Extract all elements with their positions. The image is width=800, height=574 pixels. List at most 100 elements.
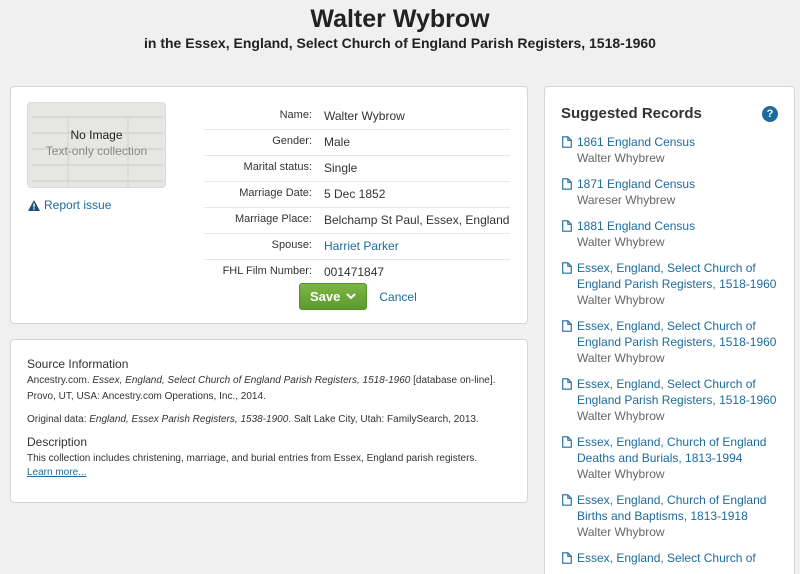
- field-value: Male: [324, 135, 351, 149]
- learn-more-link[interactable]: Learn more...: [27, 467, 511, 478]
- document-icon: [562, 262, 572, 274]
- field-label: Marital status:: [243, 161, 312, 173]
- document-icon: [562, 552, 572, 564]
- suggested-record-name: Walter Whybrow: [577, 467, 665, 481]
- source-citation-suffix: [database on-line].: [410, 375, 496, 386]
- field-row-gender: Gender: Male: [204, 130, 510, 156]
- field-value: Belchamp St Paul, Essex, England: [324, 213, 510, 227]
- source-publisher: Provo, UT, USA: Ancestry.com Operations,…: [27, 391, 266, 402]
- suggested-records-panel: Suggested Records ? 1861 England Census W…: [544, 86, 795, 574]
- field-label: Gender:: [272, 135, 312, 147]
- field-label: Marriage Date:: [239, 187, 312, 199]
- document-icon: [562, 436, 572, 448]
- no-image-label: No Image: [70, 128, 123, 142]
- suggested-record-text: 1871 England Census Wareser Whybrew: [577, 176, 695, 208]
- suggested-records-list: 1861 England Census Walter Whybrew 1871 En…: [561, 134, 778, 566]
- document-icon: [562, 378, 572, 390]
- field-label: FHL Film Number:: [222, 265, 312, 277]
- suggested-record-link[interactable]: Essex, England, Select Church of: [577, 550, 756, 566]
- suggested-record-link[interactable]: Essex, England, Select Church of England…: [577, 260, 778, 292]
- field-value: Walter Wybrow: [324, 109, 405, 123]
- suggested-record-link[interactable]: 1881 England Census: [577, 218, 695, 234]
- save-button[interactable]: Save: [299, 283, 368, 310]
- suggested-record-link[interactable]: Essex, England, Church of England Births…: [577, 492, 778, 524]
- original-data-suffix: . Salt Lake City, Utah: FamilySearch, 20…: [288, 414, 479, 425]
- suggested-record-text: 1881 England Census Walter Whybrew: [577, 218, 695, 250]
- record-fields: Name: Walter Wybrow Gender: Male Marital…: [204, 104, 510, 285]
- source-information-title: Source Information: [27, 357, 129, 371]
- field-label: Name:: [279, 109, 312, 121]
- suggested-record-link[interactable]: Essex, England, Select Church of England…: [577, 376, 778, 408]
- field-value: 001471847: [324, 265, 385, 279]
- suggested-record-text: 1861 England Census Walter Whybrew: [577, 134, 695, 166]
- record-actions: Save Cancel: [299, 283, 417, 310]
- suggested-record-text: Essex, England, Church of England Deaths…: [577, 434, 778, 482]
- suggested-record-name: Walter Whybrow: [577, 293, 665, 307]
- field-row-marriage-place: Marriage Place: Belchamp St Paul, Essex,…: [204, 208, 510, 234]
- suggested-record-item: Essex, England, Select Church of England…: [561, 260, 778, 308]
- suggested-record-item: 1871 England Census Wareser Whybrew: [561, 176, 778, 208]
- suggested-record-name: Wareser Whybrew: [577, 193, 676, 207]
- suggested-record-name: Walter Whybrow: [577, 525, 665, 539]
- original-data: Original data: England, Essex Parish Reg…: [27, 412, 511, 428]
- page-title: Walter Wybrow: [310, 5, 490, 33]
- field-row-marital-status: Marital status: Single: [204, 156, 510, 182]
- field-row-fhl-film-number: FHL Film Number: 001471847: [204, 260, 510, 285]
- record-image-thumbnail[interactable]: No Image Text-only collection: [27, 102, 166, 188]
- suggested-record-link[interactable]: 1861 England Census: [577, 134, 695, 150]
- suggested-record-link[interactable]: Essex, England, Select Church of England…: [577, 318, 778, 350]
- field-value: 5 Dec 1852: [324, 187, 386, 201]
- field-row-spouse: Spouse: Harriet Parker: [204, 234, 510, 260]
- field-label: Spouse:: [271, 239, 312, 251]
- suggested-record-item: Essex, England, Select Church of England…: [561, 376, 778, 424]
- save-label: Save: [310, 289, 341, 304]
- suggested-record-text: Essex, England, Select Church of England…: [577, 260, 778, 308]
- suggested-record-item: Essex, England, Church of England Births…: [561, 492, 778, 540]
- field-value: Single: [324, 161, 358, 175]
- suggested-records-title: Suggested Records: [561, 105, 702, 122]
- description-title: Description: [27, 435, 88, 449]
- spouse-link[interactable]: Harriet Parker: [324, 238, 510, 254]
- original-data-title: England, Essex Parish Registers, 1538-19…: [89, 414, 289, 425]
- suggested-record-item: Essex, England, Select Church of England…: [561, 318, 778, 366]
- source-citation-title: Essex, England, Select Church of England…: [92, 375, 411, 386]
- document-icon: [562, 178, 572, 190]
- suggested-record-name: Walter Whybrow: [577, 409, 665, 423]
- help-icon[interactable]: ?: [762, 105, 778, 122]
- document-icon: [562, 136, 572, 148]
- suggested-record-text: Essex, England, Church of England Births…: [577, 492, 778, 540]
- description-text: This collection includes christening, ma…: [27, 453, 478, 464]
- suggested-record-link[interactable]: Essex, England, Church of England Deaths…: [577, 434, 778, 466]
- warning-triangle-icon: [28, 199, 40, 211]
- suggested-record-text: Essex, England, Select Church of England…: [577, 318, 778, 366]
- suggested-record-item: Essex, England, Church of England Deaths…: [561, 434, 778, 482]
- document-icon: [562, 494, 572, 506]
- field-row-name: Name: Walter Wybrow: [204, 104, 510, 130]
- source-citation: Ancestry.com. Essex, England, Select Chu…: [27, 373, 511, 405]
- report-issue-label: Report issue: [44, 198, 112, 212]
- source-citation-prefix: Ancestry.com.: [27, 375, 93, 386]
- suggested-record-text: Essex, England, Select Church of: [577, 550, 756, 566]
- document-icon: [562, 320, 572, 332]
- suggested-record-item: Essex, England, Select Church of: [561, 550, 778, 566]
- suggested-record-text: Essex, England, Select Church of England…: [577, 376, 778, 424]
- report-issue-link[interactable]: Report issue: [28, 198, 111, 212]
- original-data-prefix: Original data:: [27, 414, 90, 425]
- suggested-record-item: 1881 England Census Walter Whybrew: [561, 218, 778, 250]
- document-icon: [562, 220, 572, 232]
- field-row-marriage-date: Marriage Date: 5 Dec 1852: [204, 182, 510, 208]
- suggested-record-name: Walter Whybrew: [577, 151, 665, 165]
- suggested-records-header: Suggested Records ?: [561, 105, 778, 122]
- field-label: Marriage Place:: [234, 213, 312, 225]
- record-card: No Image Text-only collection Report iss…: [10, 86, 528, 324]
- cancel-button[interactable]: Cancel: [379, 290, 416, 304]
- suggested-record-item: 1861 England Census Walter Whybrew: [561, 134, 778, 166]
- page-subtitle: in the Essex, England, Select Church of …: [144, 35, 656, 51]
- suggested-record-name: Walter Whybrew: [577, 235, 665, 249]
- chevron-down-icon[interactable]: [346, 293, 357, 300]
- suggested-record-link[interactable]: 1871 England Census: [577, 176, 695, 192]
- page-header: Walter Wybrow in the Essex, England, Sel…: [0, 0, 800, 51]
- source-card: Source Information Ancestry.com. Essex, …: [10, 339, 528, 503]
- text-only-label: Text-only collection: [45, 144, 148, 158]
- suggested-record-name: Walter Whybrow: [577, 351, 665, 365]
